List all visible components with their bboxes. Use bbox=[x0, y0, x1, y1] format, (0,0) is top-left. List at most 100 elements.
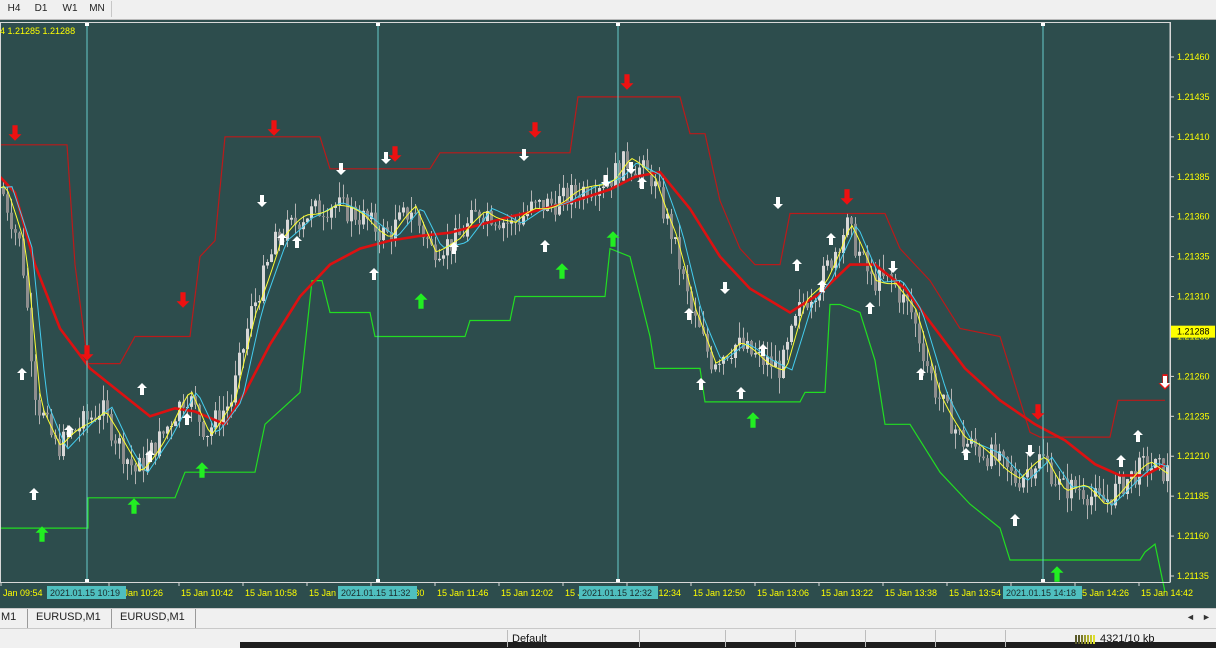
candle-body bbox=[1142, 456, 1145, 458]
current-price-label: 1.21288 bbox=[1177, 327, 1210, 337]
up-arrow-icon bbox=[696, 378, 706, 390]
time-marker-label: 2021.01.15 14:18 bbox=[1006, 588, 1076, 598]
candle-body bbox=[434, 244, 437, 261]
price-level-label: 1.21310 bbox=[1177, 292, 1210, 302]
candle-body bbox=[474, 210, 477, 212]
tab-m1[interactable]: M1 bbox=[0, 609, 28, 628]
price-level-label: 1.21260 bbox=[1177, 371, 1210, 381]
candle-body bbox=[274, 231, 277, 255]
price-level-label: 1.21410 bbox=[1177, 132, 1210, 142]
tab-eurusd-m1[interactable]: EURUSD,M1 bbox=[28, 609, 112, 628]
candle-body bbox=[982, 456, 985, 459]
time-label: 15 Jan 10:58 bbox=[245, 588, 297, 598]
tab-scroll-left-icon[interactable]: ◄ bbox=[1186, 612, 1195, 622]
candle-body bbox=[322, 216, 325, 218]
candle-body bbox=[442, 255, 445, 259]
candle-body bbox=[730, 358, 733, 359]
candle-body bbox=[114, 440, 117, 444]
timeframe-w1-button[interactable]: W1 bbox=[57, 0, 83, 18]
candle-body bbox=[130, 459, 133, 466]
timeframe-d1-button[interactable]: D1 bbox=[29, 0, 53, 18]
timeframe-mn-button[interactable]: MN bbox=[85, 0, 109, 18]
chart-border bbox=[0, 22, 1171, 583]
entry-signal bbox=[736, 387, 746, 399]
exit-signal bbox=[773, 197, 783, 209]
candle-body bbox=[914, 312, 917, 324]
up-arrow-icon bbox=[746, 412, 760, 428]
timeframe-h4-button[interactable]: H4 bbox=[2, 0, 26, 18]
candle-body bbox=[270, 254, 273, 262]
candle-body bbox=[342, 197, 345, 199]
candle-body bbox=[238, 352, 241, 376]
candle-body bbox=[602, 186, 605, 188]
candle-body bbox=[254, 302, 257, 307]
timeframe-toolbar: H4 D1 W1 MN bbox=[0, 0, 1216, 20]
candle-body bbox=[858, 251, 861, 256]
candle-body bbox=[1078, 489, 1081, 491]
time-label: 15 Jan 14:42 bbox=[1141, 588, 1193, 598]
tab-eurusd-m1-2[interactable]: EURUSD,M1 bbox=[112, 609, 196, 628]
time-marker-label: 2021.01.15 10:19 bbox=[50, 588, 120, 598]
candle-body bbox=[266, 262, 269, 266]
price-scale: 1.21460 1.21435 1.21410 1.21385 1.21360 1.213… bbox=[1170, 20, 1216, 608]
buy-signal bbox=[127, 498, 141, 514]
down-arrow-icon bbox=[528, 122, 542, 138]
up-arrow-icon bbox=[540, 240, 550, 252]
time-label: 15 Jan 13:06 bbox=[757, 588, 809, 598]
status-cell-empty-1 bbox=[639, 630, 725, 647]
down-arrow-icon bbox=[381, 152, 391, 164]
price-level-label: 1.21385 bbox=[1177, 172, 1210, 182]
candle-body bbox=[126, 459, 129, 464]
chart-canvas[interactable]: 1.21460 1.21435 1.21410 1.21385 1.21360 1.213… bbox=[0, 20, 1216, 608]
time-scale: Jan 09:54 15 Jan 10:26 15 Jan 10:42 15 Jan … bbox=[0, 582, 1193, 599]
exit-signal bbox=[720, 282, 730, 294]
exit-signal bbox=[257, 195, 267, 207]
candle-body bbox=[918, 323, 921, 344]
candle-body bbox=[614, 163, 617, 187]
candle-body bbox=[922, 343, 925, 362]
time-label: 15 Jan 12:50 bbox=[693, 588, 745, 598]
time-label: 15 Jan 13:22 bbox=[821, 588, 873, 598]
down-arrow-icon bbox=[620, 74, 634, 90]
candle-body bbox=[930, 366, 933, 374]
price-level-label: 1.21360 bbox=[1177, 212, 1210, 222]
tab-scroll-right-icon[interactable]: ► bbox=[1202, 612, 1211, 622]
candle-body bbox=[826, 260, 829, 266]
up-arrow-icon bbox=[637, 177, 647, 189]
down-arrow-icon bbox=[267, 120, 281, 136]
price-level-label: 1.21335 bbox=[1177, 252, 1210, 262]
candle-body bbox=[714, 364, 717, 370]
time-label: 15 Jan 10:42 bbox=[181, 588, 233, 598]
candle-body bbox=[206, 436, 209, 437]
candle-body bbox=[830, 260, 833, 268]
entry-signal bbox=[1116, 455, 1126, 467]
candle-body bbox=[34, 361, 37, 400]
entry-signal bbox=[1010, 514, 1020, 526]
price-chart[interactable]: 1.21460 1.21435 1.21410 1.21385 1.21360 1.213… bbox=[0, 20, 1216, 608]
candle-body bbox=[1062, 478, 1065, 480]
entry-signal bbox=[696, 378, 706, 390]
candle-body bbox=[550, 198, 553, 204]
status-cell-empty-4 bbox=[865, 630, 935, 647]
down-arrow-icon bbox=[1025, 445, 1035, 457]
time-marker-label: 2021.01.15 12:32 bbox=[582, 588, 652, 598]
candle-body bbox=[346, 197, 349, 222]
up-arrow-icon bbox=[414, 293, 428, 309]
price-level-label: 1.21135 bbox=[1177, 571, 1209, 581]
candle-body bbox=[158, 431, 161, 457]
up-arrow-icon bbox=[1133, 430, 1143, 442]
candle-body bbox=[754, 353, 757, 355]
down-arrow-icon bbox=[888, 261, 898, 273]
candle-body bbox=[1018, 483, 1021, 488]
price-level-label: 1.21435 bbox=[1177, 92, 1210, 102]
candles bbox=[2, 142, 1169, 520]
down-arrow-icon bbox=[257, 195, 267, 207]
chart-info-text: 4 1.21285 1.21288 bbox=[0, 26, 76, 36]
candle-body bbox=[782, 349, 785, 378]
sell-signal bbox=[8, 125, 22, 141]
up-arrow-icon bbox=[961, 448, 971, 460]
candle-body bbox=[402, 207, 405, 213]
time-label: 15 Jan 13:38 bbox=[885, 588, 937, 598]
candle-body bbox=[850, 217, 853, 224]
up-arrow-icon bbox=[17, 368, 27, 380]
